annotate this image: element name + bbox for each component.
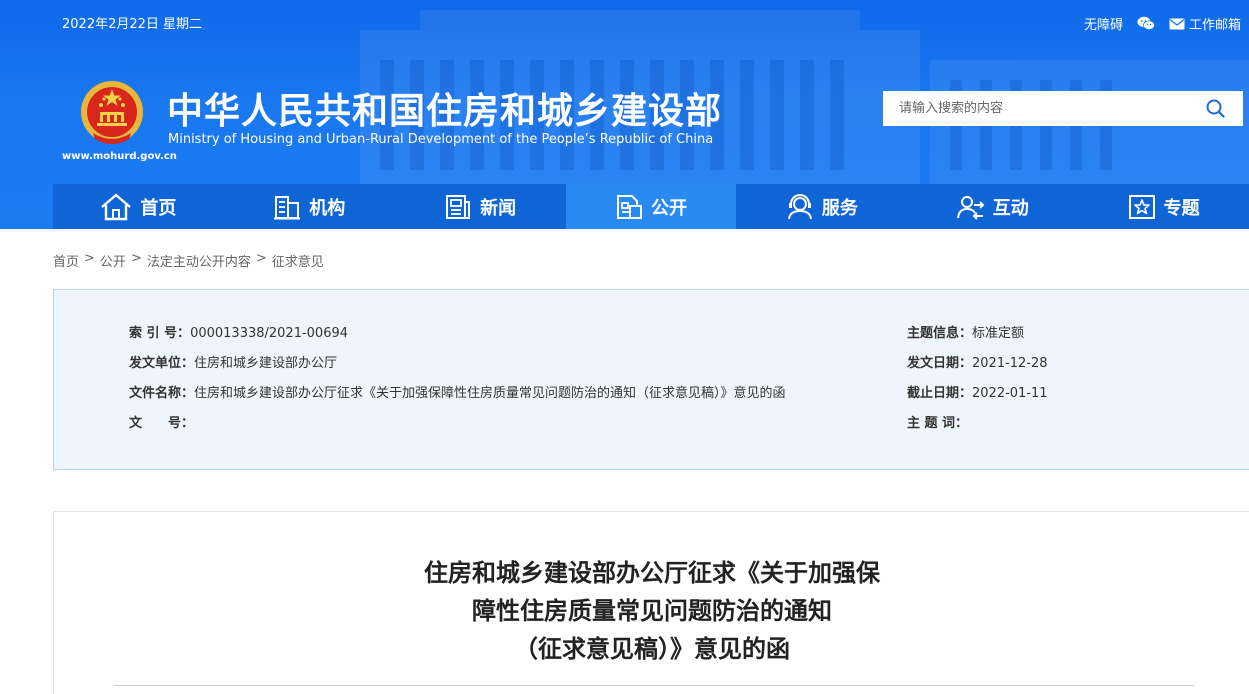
nav-label: 互动 (992, 197, 1029, 219)
service-icon (787, 193, 812, 219)
info-label: 发文日期： (907, 356, 973, 371)
nav-label: 首页 (140, 197, 177, 219)
document-content: 住房和城乡建设部办公厅征求《关于加强保 障性住房质量常见问题防治的通知 （征求意… (53, 511, 1249, 694)
news-icon (446, 194, 471, 219)
info-label: 文件名称： (129, 386, 195, 401)
nav-label: 服务 (821, 197, 858, 219)
nav-label: 公开 (651, 197, 687, 219)
breadcrumb-separator: > (255, 251, 267, 266)
info-label: 主 题 词： (907, 416, 969, 431)
star-icon (1128, 194, 1155, 219)
nav-item-news[interactable]: 新闻 (395, 184, 566, 229)
nav-item-special[interactable]: 专题 (1078, 184, 1249, 229)
interaction-icon (956, 195, 985, 220)
site-title-english: Ministry of Housing and Urban-Rural Deve… (168, 132, 714, 147)
nav-label: 机构 (309, 197, 346, 219)
info-label: 文 号： (129, 416, 195, 431)
search-input[interactable] (883, 92, 1193, 125)
top-links: 无障碍 工作邮箱 (1070, 14, 1241, 33)
accessibility-link[interactable]: 无障碍 (1084, 14, 1123, 33)
nav-label: 新闻 (480, 197, 517, 219)
info-filename: 文件名称：住房和城乡建设部办公厅征求《关于加强保障性住房质量常见问题防治的通知（… (129, 382, 786, 401)
search-box (883, 91, 1243, 126)
info-index: 索 引 号：000013338/2021-00694 (129, 322, 348, 341)
info-label: 索 引 号： (129, 326, 191, 341)
nav-label: 专题 (1163, 197, 1200, 219)
breadcrumb-consultation[interactable]: 征求意见 (272, 251, 324, 270)
info-label: 截止日期： (907, 386, 973, 401)
breadcrumb: 首页 > 公开 > 法定主动公开内容 > 征求意见 (53, 251, 324, 270)
main-nav: 首页 机构 新闻 公开 服务 互动 专题 (53, 184, 1249, 229)
mail-icon (1169, 18, 1185, 29)
work-mail-link[interactable]: 工作邮箱 (1169, 14, 1241, 33)
nav-item-service[interactable]: 服务 (736, 184, 907, 229)
building-icon (274, 195, 301, 219)
nav-item-institutions[interactable]: 机构 (224, 184, 395, 229)
nav-item-disclosure[interactable]: 公开 (565, 184, 737, 229)
document-title: 住房和城乡建设部办公厅征求《关于加强保 障性住房质量常见问题防治的通知 （征求意… (54, 554, 1249, 668)
document-title-line: （征求意见稿）》意见的函 (514, 635, 790, 663)
nav-item-home[interactable]: 首页 (53, 184, 224, 229)
home-icon (101, 193, 132, 220)
national-emblem-icon (81, 81, 143, 144)
info-date: 发文日期：2021-12-28 (907, 352, 1048, 371)
breadcrumb-home[interactable]: 首页 (53, 251, 79, 270)
current-date: 2022年2月22日 星期二 (62, 17, 203, 32)
info-deadline: 截止日期：2022-01-11 (907, 382, 1048, 401)
document-title-line: 住房和城乡建设部办公厅征求《关于加强保 (424, 559, 880, 587)
site-title: 中华人民共和国住房和城乡建设部 (167, 91, 723, 132)
info-value: 标准定额 (972, 326, 1025, 341)
info-topic: 主题信息：标准定额 (907, 322, 1024, 341)
info-label: 发文单位： (129, 356, 195, 371)
info-docno: 文 号： (129, 412, 194, 431)
breadcrumb-statutory[interactable]: 法定主动公开内容 (147, 251, 251, 270)
info-label: 主题信息： (907, 326, 973, 341)
info-value: 住房和城乡建设部办公厅征求《关于加强保障性住房质量常见问题防治的通知（征求意见稿… (194, 386, 786, 401)
nav-item-interaction[interactable]: 互动 (907, 184, 1078, 229)
breadcrumb-separator: > (84, 251, 95, 266)
document-icon (617, 194, 642, 219)
document-title-line: 障性住房质量常见问题防治的通知 (472, 597, 832, 625)
info-value: 000013338/2021-00694 (190, 326, 349, 341)
wechat-link[interactable] (1137, 16, 1155, 31)
info-value: 住房和城乡建设部办公厅 (194, 356, 338, 371)
work-mail-label: 工作邮箱 (1188, 18, 1241, 33)
wechat-icon (1137, 16, 1155, 30)
search-icon[interactable] (1206, 99, 1225, 118)
site-url: www.mohurd.gov.cn (62, 151, 177, 162)
breadcrumb-disclosure[interactable]: 公开 (100, 251, 126, 270)
title-divider (114, 685, 1194, 686)
info-value: 2021-12-28 (972, 356, 1048, 371)
site-header: 2022年2月22日 星期二 无障碍 工作邮箱 中华人民共和国住房和城乡建设部 … (0, 0, 1249, 229)
document-info-box: 索 引 号：000013338/2021-00694 发文单位：住房和城乡建设部… (53, 289, 1249, 470)
info-keywords: 主 题 词： (907, 412, 968, 431)
breadcrumb-separator: > (130, 251, 142, 266)
info-value: 2022-01-11 (972, 386, 1048, 401)
info-issuer: 发文单位：住房和城乡建设部办公厅 (129, 352, 337, 371)
